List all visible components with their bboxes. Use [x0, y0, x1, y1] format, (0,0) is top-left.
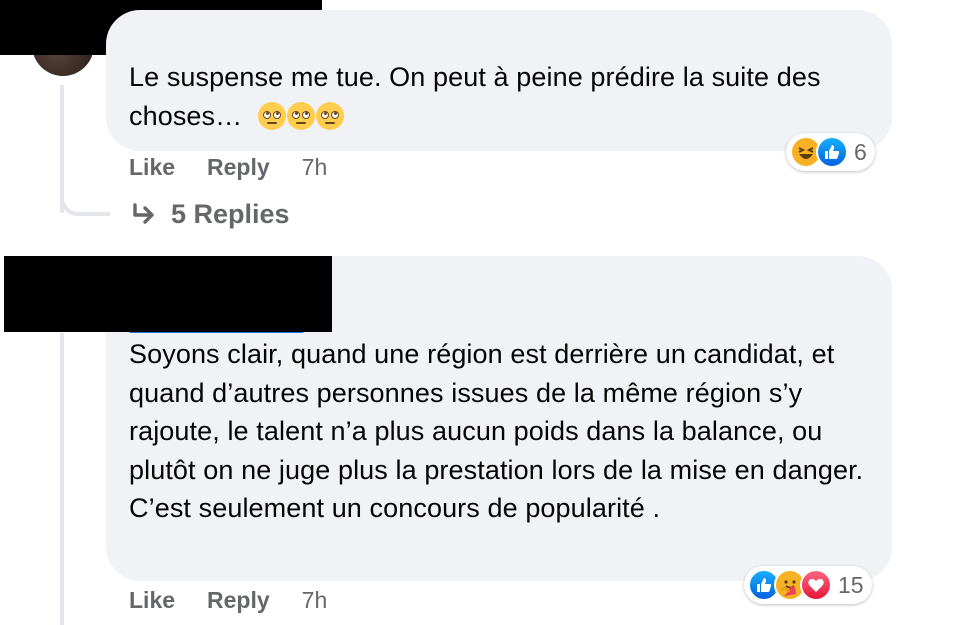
thread-connector: [60, 170, 110, 216]
reaction-summary[interactable]: 15: [744, 566, 872, 604]
reaction-count: 15: [838, 571, 864, 598]
comment-timestamp[interactable]: 7h: [302, 587, 328, 614]
redacted-name: [4, 256, 332, 332]
thread-line: [60, 333, 64, 625]
reply-button[interactable]: Reply: [207, 587, 270, 614]
rolling-eyes-emoji: [257, 101, 286, 130]
rolling-eyes-emoji: [315, 101, 344, 130]
comment-text: Le suspense me tue. On peut à peine préd…: [129, 58, 869, 135]
like-icon: [816, 136, 848, 168]
comment-body: Soyons clair, quand une région est derri…: [129, 339, 864, 524]
comment-timestamp[interactable]: 7h: [302, 154, 328, 181]
comment-text: Soyons clair, quand une région est derri…: [129, 335, 874, 528]
comment-actions: Like Reply 7h: [129, 587, 327, 614]
reaction-count: 6: [854, 138, 867, 165]
rolling-eyes-emoji: [286, 101, 315, 130]
reply-button[interactable]: Reply: [207, 154, 270, 181]
love-icon: [800, 569, 832, 601]
view-replies-button[interactable]: 5 Replies: [131, 199, 290, 230]
reply-arrow-icon: [133, 202, 154, 224]
comment-actions: Like Reply 7h: [129, 154, 327, 181]
like-button[interactable]: Like: [129, 154, 175, 181]
replies-count-label: 5 Replies: [171, 199, 290, 229]
like-button[interactable]: Like: [129, 587, 175, 614]
reaction-summary[interactable]: 6: [786, 133, 875, 171]
comment-body: Le suspense me tue. On peut à peine préd…: [129, 62, 821, 131]
